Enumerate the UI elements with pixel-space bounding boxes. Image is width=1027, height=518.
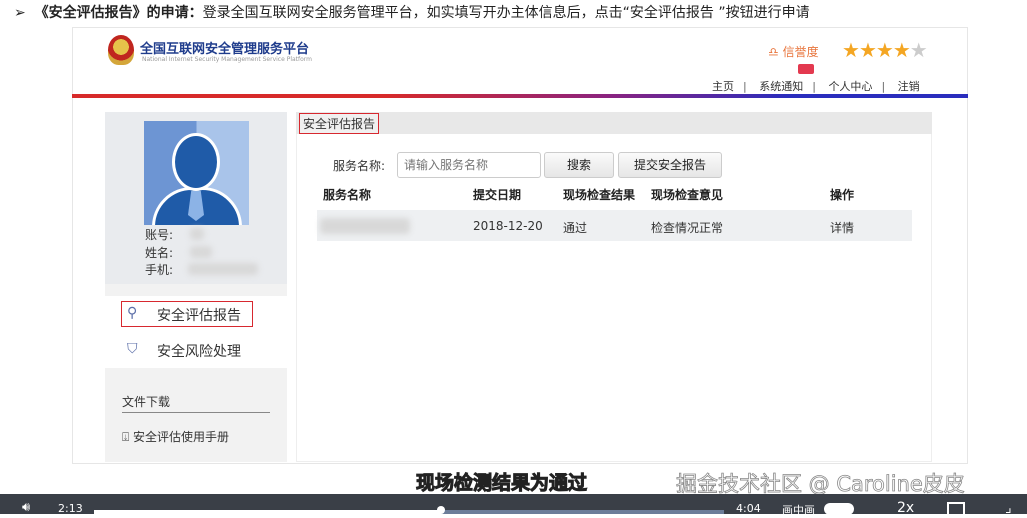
star-icon: ★ — [858, 38, 877, 62]
account-label: 账号: — [145, 228, 174, 242]
details-link[interactable]: 详情 — [830, 219, 854, 236]
top-nav: 主页 | 系统通知 | 个人中心 | 注销 — [712, 80, 920, 93]
column-header: 现场检查意见 — [651, 188, 724, 202]
account-value-blurred — [190, 228, 204, 240]
sidebar-item-risk-handling[interactable]: ⛉ 安全风险处理 — [105, 332, 287, 368]
nav-notifications[interactable]: 系统通知 — [759, 80, 803, 93]
avatar-head — [172, 133, 220, 191]
name-value-blurred — [190, 246, 212, 258]
notification-badge — [798, 64, 814, 74]
current-time: 2:13 — [58, 502, 83, 515]
submit-report-button[interactable]: 提交安全报告 — [618, 152, 722, 178]
avatar — [144, 121, 249, 225]
panel-header — [296, 112, 932, 134]
column-header: 服务名称 — [323, 188, 372, 202]
user-icon: ♎ — [768, 45, 779, 59]
cell-opinion: 检查情况正常 — [651, 221, 724, 235]
credit-rating: ♎ 信誉度 — [768, 43, 819, 60]
cell-result: 通过 — [563, 221, 588, 235]
duration: 4:04 — [736, 502, 761, 515]
tab-security-report[interactable]: 安全评估报告 — [299, 113, 380, 134]
sidebar-item-security-report[interactable]: ⚲ 安全评估报告 — [105, 296, 287, 332]
star-icon: ★ — [842, 38, 860, 62]
column-header: 现场检查结果 — [563, 188, 636, 202]
star-icon: ★ — [875, 38, 894, 62]
progress-fill — [94, 510, 441, 514]
divider — [122, 412, 270, 413]
column-header: 提交日期 — [473, 188, 522, 202]
search-icon: ⚲ — [127, 305, 138, 321]
service-name-blurred — [320, 218, 410, 234]
sidebar-item-label: 安全风险处理 — [157, 344, 241, 360]
instruction-text: ➢ 《安全评估报告》的申请：登录全国互联网安全服务管理平台，如实填写开办主体信息… — [14, 2, 810, 22]
nav-profile[interactable]: 个人中心 — [828, 80, 872, 93]
cell-date: 2018-12-20 — [473, 219, 543, 233]
site-subtitle: National Internet Security Management Se… — [142, 56, 313, 63]
files-title: 文件下载 — [122, 395, 171, 409]
manual-download-link[interactable]: ⍗ 安全评估使用手册 — [122, 428, 229, 445]
bullet: ➢ — [14, 5, 26, 21]
progress-handle[interactable] — [436, 506, 445, 514]
national-emblem-icon — [108, 35, 134, 65]
star-empty-icon: ★ — [909, 38, 928, 62]
site-title: 全国互联网安全管理服务平台 — [140, 42, 310, 57]
name-label: 姓名: — [145, 246, 174, 260]
column-header: 操作 — [830, 188, 855, 202]
service-name-input[interactable] — [397, 152, 541, 178]
rating-stars: ★★★★★ — [842, 38, 928, 62]
phone-value-blurred — [188, 263, 258, 275]
panel-body — [296, 134, 932, 462]
phone-label: 手机: — [145, 263, 174, 277]
sidebar-item-label: 安全评估报告 — [157, 308, 241, 324]
manual-label: 安全评估使用手册 — [133, 430, 230, 444]
download-icon: ⍗ — [122, 430, 130, 444]
pip-label: 画中画 — [782, 504, 815, 517]
shield-icon: ⛉ — [127, 341, 138, 357]
progress-bar[interactable] — [94, 510, 724, 514]
search-label: 服务名称: — [333, 159, 386, 173]
instruction-body: 登录全国互联网安全服务管理平台，如实填写开办主体信息后，点击“安全评估报告 ”按… — [202, 5, 810, 21]
credit-label: 信誉度 — [782, 45, 819, 59]
star-icon: ★ — [892, 38, 911, 62]
pip-toggle[interactable] — [824, 503, 854, 515]
header-divider — [72, 94, 968, 98]
volume-icon[interactable]: 🔊︎ — [22, 500, 30, 515]
instruction-title: 《安全评估报告》的申请： — [34, 5, 203, 21]
nav-logout[interactable]: 注销 — [898, 80, 920, 93]
video-subtitle: 现场检测结果为通过 — [415, 472, 588, 495]
search-button[interactable]: 搜索 — [544, 152, 614, 178]
nav-home[interactable]: 主页 — [712, 80, 734, 93]
